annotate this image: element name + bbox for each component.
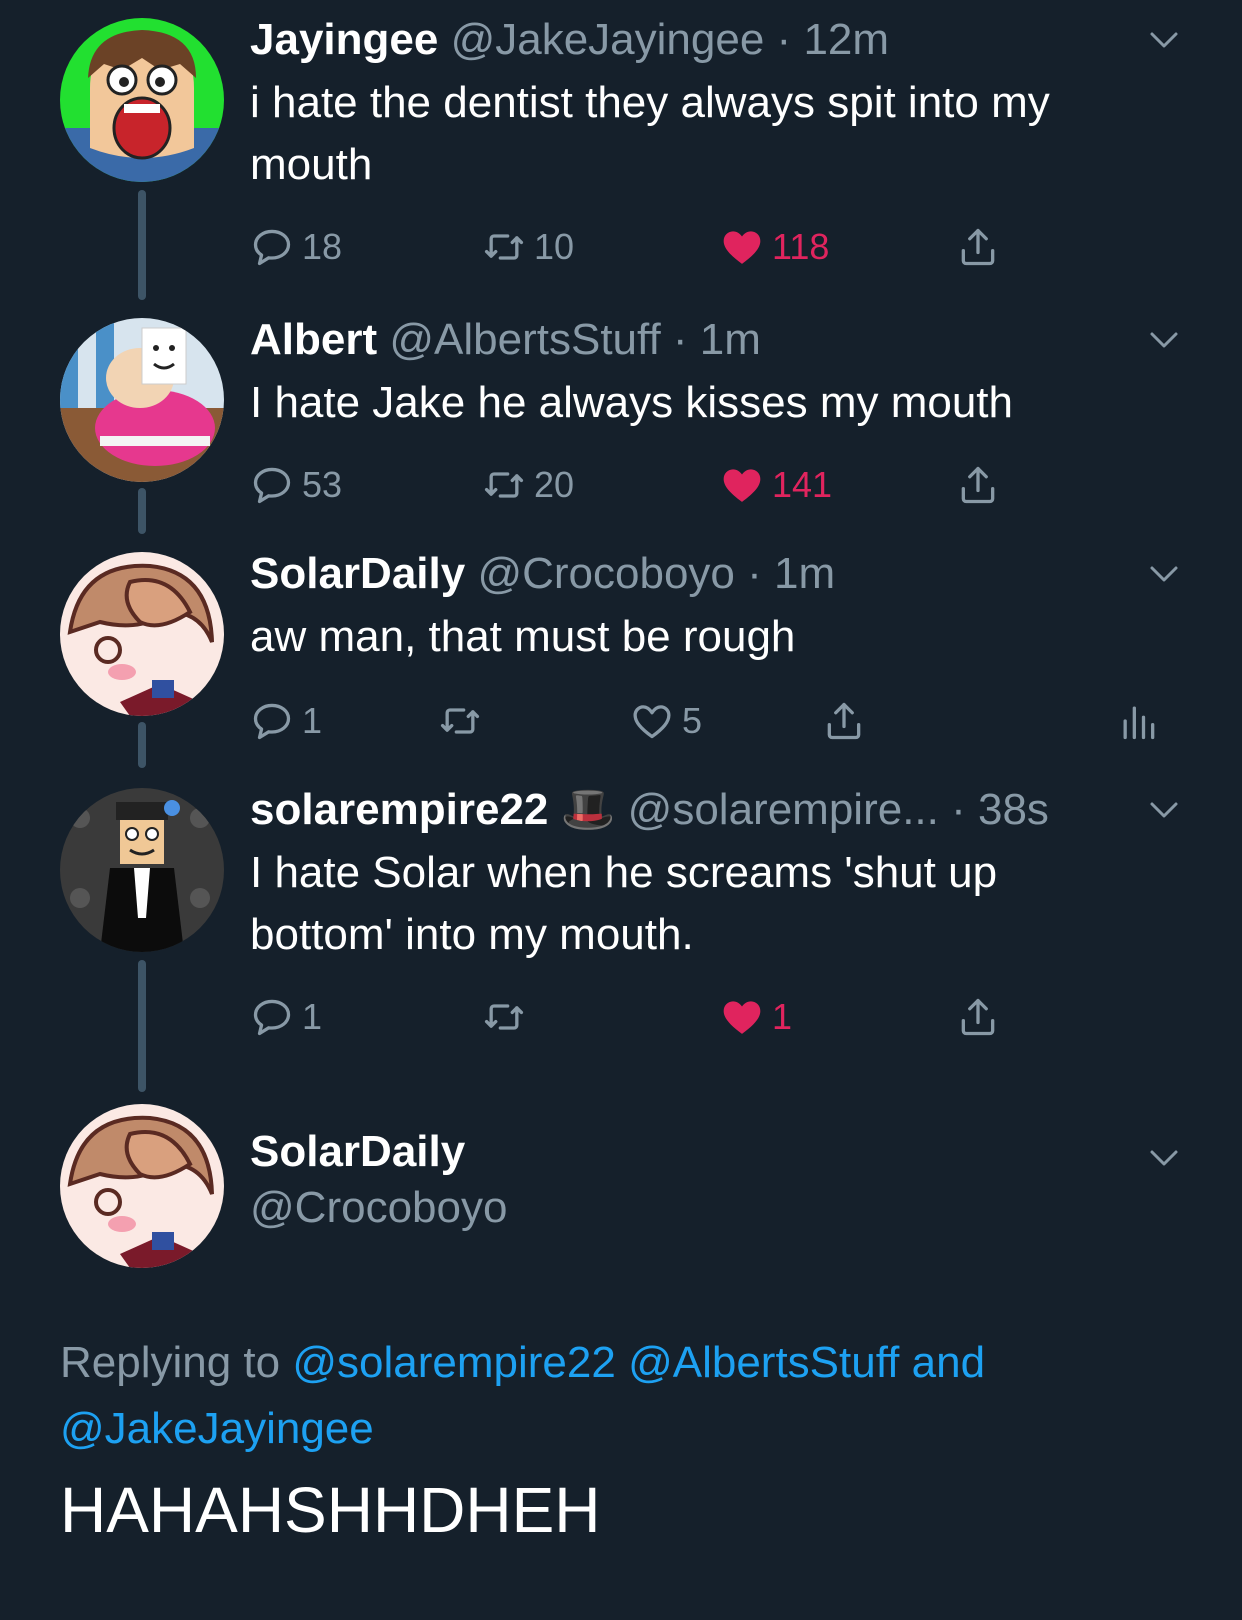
chevron-down-icon[interactable] xyxy=(1146,792,1182,828)
tweet-actions: 1 5 xyxy=(250,696,1200,746)
retweet-button[interactable] xyxy=(482,992,534,1042)
timestamp[interactable]: 1m xyxy=(700,315,761,364)
separator-dot: · xyxy=(764,15,804,64)
reply-button[interactable]: 1 xyxy=(250,992,322,1042)
like-count: 1 xyxy=(772,996,793,1037)
reply-icon xyxy=(250,995,294,1039)
timestamp[interactable]: 38s xyxy=(978,785,1049,834)
user-handle[interactable]: @JakeJayingee xyxy=(451,15,765,64)
avatar-image-screaming-character xyxy=(60,18,224,182)
separator-dot: · xyxy=(734,549,775,598)
tweet-header: Albert @AlbertsStuff · 1m xyxy=(250,312,1182,368)
mention-link[interactable]: @AlbertsStuff xyxy=(628,1338,899,1387)
thread-line xyxy=(138,722,146,768)
like-button[interactable]: 141 xyxy=(720,460,832,510)
share-icon xyxy=(956,995,1000,1039)
avatar[interactable] xyxy=(60,552,224,716)
like-button[interactable]: 5 xyxy=(630,696,702,746)
reply-icon xyxy=(250,225,294,269)
display-name[interactable]: solarempire22 xyxy=(250,785,548,834)
avatar[interactable] xyxy=(60,318,224,482)
tweet-header: SolarDaily @Crocoboyo · 1m xyxy=(250,546,1182,602)
share-button[interactable] xyxy=(956,460,1000,510)
avatar-image-drawn-character xyxy=(60,552,224,716)
tweet-text: i hate the dentist they always spit into… xyxy=(250,78,1050,189)
retweet-icon xyxy=(482,995,526,1039)
thread-line xyxy=(138,960,146,1092)
heart-icon xyxy=(720,463,764,507)
avatar[interactable] xyxy=(60,1104,224,1268)
analytics-button[interactable] xyxy=(1116,696,1160,746)
like-button[interactable]: 1 xyxy=(720,992,792,1042)
separator-dot: · xyxy=(938,785,978,834)
user-handle[interactable]: @Crocoboyo xyxy=(477,549,734,598)
chevron-down-icon[interactable] xyxy=(1146,22,1182,58)
user-handle[interactable]: @AlbertsStuff xyxy=(389,315,660,364)
timestamp[interactable]: 12m xyxy=(803,15,889,64)
retweet-button[interactable]: 20 xyxy=(482,460,574,510)
mention-link[interactable]: @JakeJayingee xyxy=(60,1404,374,1453)
top-hat-emoji: 🎩 xyxy=(560,785,616,834)
analytics-icon xyxy=(1116,699,1160,743)
share-icon xyxy=(956,225,1000,269)
mention-and[interactable]: and xyxy=(912,1338,985,1387)
timestamp[interactable]: 1m xyxy=(774,549,835,598)
mention-link[interactable]: @solarempire22 xyxy=(292,1338,615,1387)
display-name[interactable]: Jayingee xyxy=(250,15,438,64)
like-count: 141 xyxy=(772,464,833,505)
tweet-text: I hate Jake he always kisses my mouth xyxy=(250,378,1013,427)
tweet-text: I hate Solar when he screams 'shut up bo… xyxy=(250,848,998,959)
display-name[interactable]: Albert xyxy=(250,315,377,364)
tweet-header: solarempire22 🎩 @solarempire... · 38s xyxy=(250,782,1182,838)
reply-button[interactable]: 18 xyxy=(250,222,342,272)
chevron-down-icon[interactable] xyxy=(1146,1140,1182,1176)
retweet-count: 10 xyxy=(534,226,575,267)
heart-icon xyxy=(630,699,674,743)
chevron-down-icon[interactable] xyxy=(1146,556,1182,592)
retweet-button[interactable] xyxy=(438,696,490,746)
replying-to-label: Replying to xyxy=(60,1338,281,1387)
avatar[interactable] xyxy=(60,788,224,952)
focused-tweet-text: HAHAHSHHDHEH xyxy=(60,1474,601,1546)
tweet-header: Jayingee @JakeJayingee · 12m xyxy=(250,12,1182,68)
heart-icon xyxy=(720,225,764,269)
replying-to: Replying to @solarempire22 @AlbertsStuff… xyxy=(60,1330,1180,1462)
retweet-icon xyxy=(482,225,526,269)
avatar-image-tuxedo-character xyxy=(60,788,224,952)
share-icon xyxy=(956,463,1000,507)
like-button[interactable]: 118 xyxy=(720,222,829,272)
share-button[interactable] xyxy=(956,222,1000,272)
reply-button[interactable]: 53 xyxy=(250,460,342,510)
thread-line xyxy=(138,488,146,534)
like-count: 5 xyxy=(682,700,703,741)
reply-button[interactable]: 1 xyxy=(250,696,322,746)
reply-count: 53 xyxy=(302,464,343,505)
tweet-text: aw man, that must be rough xyxy=(250,612,796,661)
share-button[interactable] xyxy=(956,992,1000,1042)
retweet-button[interactable]: 10 xyxy=(482,222,574,272)
retweet-icon xyxy=(438,699,482,743)
display-name[interactable]: SolarDaily xyxy=(250,1124,1182,1180)
retweet-icon xyxy=(482,463,526,507)
chevron-down-icon[interactable] xyxy=(1146,322,1182,358)
reply-count: 18 xyxy=(302,226,343,267)
display-name[interactable]: SolarDaily xyxy=(250,549,465,598)
retweet-count: 20 xyxy=(534,464,575,505)
avatar[interactable] xyxy=(60,18,224,182)
share-icon xyxy=(822,699,866,743)
reply-count: 1 xyxy=(302,700,323,741)
separator-dot: · xyxy=(660,315,700,364)
share-button[interactable] xyxy=(822,696,866,746)
reply-icon xyxy=(250,463,294,507)
avatar-image-roblox-character xyxy=(60,318,224,482)
avatar-image-drawn-character xyxy=(60,1104,224,1268)
thread-line xyxy=(138,190,146,300)
like-count: 118 xyxy=(772,226,830,267)
user-handle[interactable]: @solarempire... xyxy=(628,785,939,834)
heart-icon xyxy=(720,995,764,1039)
reply-icon xyxy=(250,699,294,743)
reply-count: 1 xyxy=(302,996,323,1037)
user-handle[interactable]: @Crocoboyo xyxy=(250,1180,1182,1236)
